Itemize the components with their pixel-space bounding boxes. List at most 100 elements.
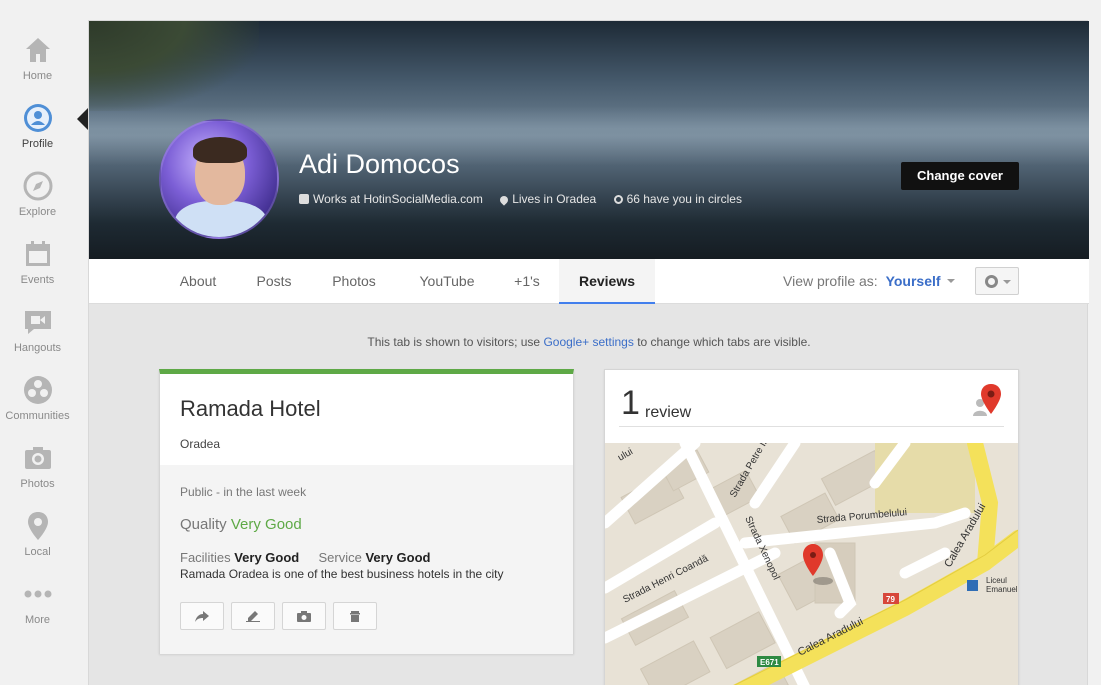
place-name[interactable]: Ramada Hotel [180, 396, 321, 422]
change-cover-button[interactable]: Change cover [901, 162, 1019, 190]
service-label: Service [318, 550, 362, 565]
left-nav-rail: Home Profile Explore Events Hangouts Com… [0, 0, 75, 685]
edit-button[interactable] [231, 602, 275, 630]
chevron-down-icon [1003, 280, 1011, 284]
notice-before: This tab is shown to visitors; use [367, 335, 544, 349]
poi-label: Emanuel [986, 585, 1018, 594]
cover-shore [89, 21, 259, 111]
place-city: Oradea [180, 437, 221, 451]
tab-posts[interactable]: Posts [239, 259, 309, 304]
notice-after: to change which tabs are visible. [633, 335, 811, 349]
nav-label: Events [20, 274, 55, 286]
home-icon [25, 38, 50, 62]
map-pin-icon [981, 384, 1001, 414]
gear-icon [985, 275, 998, 288]
view-as-select[interactable]: Yourself [886, 273, 941, 289]
nav-hangouts[interactable]: Hangouts [0, 306, 75, 374]
tab-youtube[interactable]: YouTube [405, 259, 489, 304]
location-pin-icon [27, 512, 48, 540]
review-time: in the last week [223, 485, 307, 499]
nav-label: Explore [18, 206, 57, 218]
nav-label: Home [22, 70, 53, 82]
location-map[interactable]: ului Strada Petre Is Strada Xenopol Stra… [605, 443, 1018, 685]
quality-value: Very Good [230, 516, 302, 533]
nav-communities[interactable]: Communities [0, 374, 75, 442]
add-photo-button[interactable] [282, 602, 326, 630]
google-settings-link[interactable]: Google+ settings [543, 335, 633, 349]
review-body: Public - in the last week Quality Very G… [160, 465, 573, 654]
delete-button[interactable] [333, 602, 377, 630]
edit-icon [246, 611, 260, 622]
nav-explore[interactable]: Explore [0, 170, 75, 238]
circles-count[interactable]: 66 have you in circles [613, 192, 742, 206]
poi-label: Liceul [986, 576, 1007, 585]
nav-events[interactable]: Events [0, 238, 75, 306]
circles-text: 66 have you in circles [626, 192, 742, 206]
calendar-icon [25, 241, 50, 266]
tab-about[interactable]: About [161, 259, 235, 304]
review-count-label: review [645, 404, 692, 421]
nav-label: Photos [20, 478, 55, 490]
profile-meta: Works at HotinSocialMedia.com Lives in O… [299, 192, 756, 206]
nav-label: More [24, 614, 51, 626]
avatar[interactable] [159, 119, 279, 239]
share-icon [195, 611, 209, 622]
tab-visibility-notice: This tab is shown to visitors; use Googl… [89, 335, 1089, 349]
tab-photos[interactable]: Photos [317, 259, 391, 304]
chevron-down-icon [946, 279, 955, 283]
compass-icon [23, 171, 52, 201]
quality-label: Quality [180, 516, 227, 533]
location-pin-icon [498, 194, 510, 206]
nav-label: Profile [21, 138, 54, 150]
nav-home[interactable]: Home [0, 34, 75, 102]
review-card: Ramada Hotel Oradea Public - in the last… [159, 369, 574, 654]
route-badge: 79 [886, 595, 895, 604]
review-visibility: Public - in the last week [180, 485, 306, 499]
service-value: Very Good [365, 550, 431, 565]
nav-profile[interactable]: Profile [0, 102, 75, 170]
tab-plusones[interactable]: +1's [497, 259, 557, 304]
map-canvas: ului Strada Petre Is Strada Xenopol Stra… [605, 443, 1018, 685]
facilities-label: Facilities [180, 550, 231, 565]
profile-tabs: About Posts Photos YouTube +1's Reviews … [89, 259, 1089, 304]
more-dots-icon [24, 590, 51, 598]
quality-rating: Quality Very Good [180, 516, 302, 533]
lives-in: Lives in Oradea [498, 192, 597, 206]
tab-reviews[interactable]: Reviews [559, 259, 655, 304]
delete-icon [350, 611, 360, 622]
nav-label: Local [24, 546, 51, 558]
settings-menu-button[interactable] [975, 267, 1019, 295]
cover-photo[interactable]: Adi Domocos Works at HotinSocialMedia.co… [89, 21, 1089, 259]
nav-photos[interactable]: Photos [0, 442, 75, 510]
facilities-value: Very Good [234, 550, 300, 565]
route-badge: E671 [760, 658, 779, 667]
nav-label: Hangouts [13, 342, 62, 354]
visibility-text: Public [180, 485, 213, 499]
video-chat-icon [24, 311, 51, 334]
review-count: 1 [621, 384, 640, 422]
link-icon [613, 195, 623, 204]
view-as-label: View profile as: [783, 273, 878, 289]
share-button[interactable] [180, 602, 224, 630]
view-profile-as: View profile as: Yourself [783, 259, 955, 303]
works-text: Works at HotinSocialMedia.com [313, 192, 483, 206]
camera-icon [24, 447, 51, 469]
divider [619, 426, 1004, 427]
avatar-shirt [175, 201, 267, 237]
sub-ratings: Facilities Very Good Service Very Good [180, 550, 431, 565]
profile-name: Adi Domocos [299, 149, 460, 179]
briefcase-icon [299, 194, 309, 204]
nav-label: Communities [5, 410, 70, 422]
reviews-summary-card: 1 review ului Strada Petre Is Strada Xen… [604, 369, 1019, 685]
nav-local[interactable]: Local [0, 510, 75, 578]
avatar-hair [193, 137, 247, 163]
works-at: Works at HotinSocialMedia.com [299, 192, 483, 206]
profile-icon [23, 104, 52, 132]
communities-icon [23, 376, 52, 404]
nav-more[interactable]: More [0, 578, 75, 646]
profile-card: Adi Domocos Works at HotinSocialMedia.co… [88, 20, 1089, 685]
active-nav-indicator [77, 108, 88, 130]
lives-text: Lives in Oradea [512, 192, 597, 206]
review-text: Ramada Oradea is one of the best busines… [180, 567, 504, 581]
add-photo-icon [297, 611, 311, 622]
